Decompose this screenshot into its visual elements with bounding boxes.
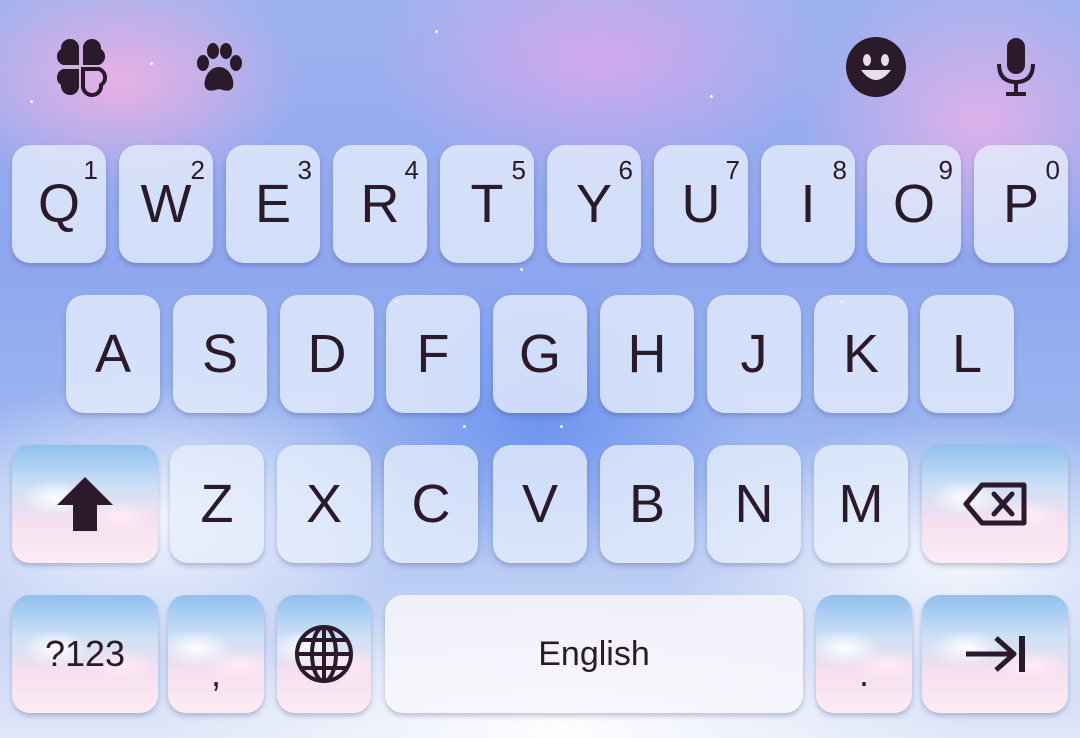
tab-arrow-icon xyxy=(962,632,1028,676)
space-label: English xyxy=(538,634,650,673)
key-x[interactable]: X xyxy=(277,445,371,563)
key-letter: C xyxy=(411,474,451,534)
key-p[interactable]: P 0 xyxy=(974,145,1068,263)
key-c[interactable]: C xyxy=(384,445,478,563)
key-j[interactable]: J xyxy=(707,295,801,413)
background-star xyxy=(30,100,33,103)
period-key[interactable]: . xyxy=(816,595,912,713)
key-letter: Q xyxy=(37,174,80,234)
clover-icon[interactable] xyxy=(50,36,112,98)
key-letter: E xyxy=(254,174,292,234)
key-number-hint: 3 xyxy=(297,155,312,185)
key-letter: P xyxy=(1002,174,1040,234)
key-number-hint: 4 xyxy=(404,155,419,185)
key-s[interactable]: S xyxy=(173,295,267,413)
key-m[interactable]: M xyxy=(814,445,908,563)
key-letter: V xyxy=(521,474,559,534)
backspace-icon xyxy=(962,481,1028,527)
key-i[interactable]: I 8 xyxy=(761,145,855,263)
background-star xyxy=(435,30,438,33)
key-letter: Z xyxy=(200,474,234,534)
key-letter: B xyxy=(628,474,666,534)
key-number-hint: 5 xyxy=(511,155,526,185)
space-key[interactable]: English xyxy=(385,595,803,713)
key-number-hint: 0 xyxy=(1045,155,1060,185)
period-label: . xyxy=(858,653,869,694)
key-letter: K xyxy=(842,324,880,384)
key-letter: D xyxy=(307,324,347,384)
shift-icon xyxy=(55,475,115,533)
background-star xyxy=(560,425,563,428)
comma-label: , xyxy=(210,653,221,694)
key-letter: R xyxy=(360,174,400,234)
language-key[interactable] xyxy=(277,595,371,713)
key-letter: T xyxy=(470,174,504,234)
key-number-hint: 8 xyxy=(832,155,847,185)
key-a[interactable]: A xyxy=(66,295,160,413)
key-b[interactable]: B xyxy=(600,445,694,563)
key-letter: I xyxy=(800,174,816,234)
key-letter: G xyxy=(518,324,561,384)
key-letter: J xyxy=(740,324,768,384)
background-star xyxy=(150,62,153,65)
key-t[interactable]: T 5 xyxy=(440,145,534,263)
key-number-hint: 2 xyxy=(190,155,205,185)
symbols-key[interactable]: ?123 xyxy=(12,595,158,713)
key-letter: H xyxy=(627,324,667,384)
background-star xyxy=(520,268,523,271)
key-letter: S xyxy=(201,324,239,384)
key-z[interactable]: Z xyxy=(170,445,264,563)
backspace-key[interactable] xyxy=(922,445,1068,563)
shift-key[interactable] xyxy=(12,445,158,563)
key-d[interactable]: D xyxy=(280,295,374,413)
key-letter: L xyxy=(951,324,983,384)
key-letter: W xyxy=(140,174,192,234)
key-y[interactable]: Y 6 xyxy=(547,145,641,263)
key-n[interactable]: N xyxy=(707,445,801,563)
enter-key[interactable] xyxy=(922,595,1068,713)
key-number-hint: 1 xyxy=(83,155,98,185)
key-r[interactable]: R 4 xyxy=(333,145,427,263)
background-star xyxy=(463,425,466,428)
key-q[interactable]: Q 1 xyxy=(12,145,106,263)
comma-key[interactable]: , xyxy=(168,595,264,713)
key-u[interactable]: U 7 xyxy=(654,145,748,263)
key-letter: A xyxy=(94,324,132,384)
key-o[interactable]: O 9 xyxy=(867,145,961,263)
key-letter: N xyxy=(734,474,774,534)
globe-icon xyxy=(293,623,355,685)
key-v[interactable]: V xyxy=(493,445,587,563)
key-l[interactable]: L xyxy=(920,295,1014,413)
key-letter: O xyxy=(892,174,935,234)
key-letter: U xyxy=(681,174,721,234)
paw-icon[interactable] xyxy=(188,36,250,98)
background-star xyxy=(710,95,713,98)
key-letter: X xyxy=(305,474,343,534)
key-g[interactable]: G xyxy=(493,295,587,413)
emoji-icon[interactable] xyxy=(845,36,907,98)
key-letter: F xyxy=(416,324,450,384)
symbols-label: ?123 xyxy=(44,633,126,674)
key-number-hint: 9 xyxy=(938,155,953,185)
key-k[interactable]: K xyxy=(814,295,908,413)
key-f[interactable]: F xyxy=(386,295,480,413)
key-h[interactable]: H xyxy=(600,295,694,413)
key-e[interactable]: E 3 xyxy=(226,145,320,263)
key-letter: M xyxy=(838,474,884,534)
key-number-hint: 6 xyxy=(618,155,633,185)
key-w[interactable]: W 2 xyxy=(119,145,213,263)
key-number-hint: 7 xyxy=(725,155,740,185)
key-letter: Y xyxy=(575,174,613,234)
microphone-icon[interactable] xyxy=(985,36,1047,98)
